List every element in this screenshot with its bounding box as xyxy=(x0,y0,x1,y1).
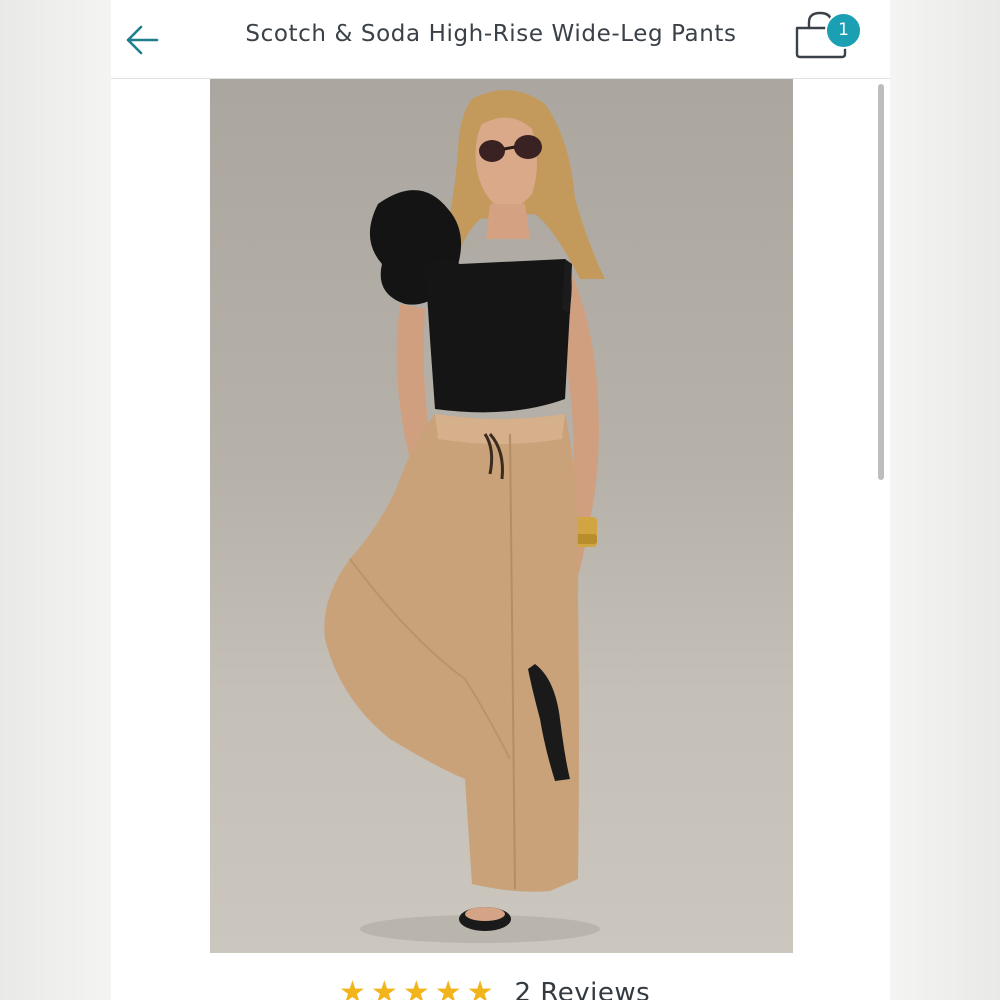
backdrop-left xyxy=(0,0,111,1000)
top-bar: Scotch & Soda High-Rise Wide-Leg Pants 1 xyxy=(111,0,890,79)
backdrop-right xyxy=(890,0,1000,1000)
arrow-left-icon xyxy=(126,25,159,55)
product-photo[interactable] xyxy=(210,79,793,953)
star-icon: ★ xyxy=(370,975,398,1000)
star-icon: ★ xyxy=(434,975,462,1000)
reviews-link[interactable]: 2 Reviews xyxy=(515,978,651,1000)
star-icon: ★ xyxy=(339,975,366,1000)
model-illustration xyxy=(324,90,605,943)
star-icon: ★ xyxy=(402,975,430,1000)
star-icon: ★ xyxy=(466,975,494,1000)
rating-summary[interactable]: ★ ★ ★ ★ ★ 2 Reviews xyxy=(339,978,650,1000)
scrollbar[interactable] xyxy=(878,84,884,480)
back-button[interactable] xyxy=(121,18,165,62)
app-screen: Scotch & Soda High-Rise Wide-Leg Pants 1 xyxy=(111,0,890,1000)
page-title: Scotch & Soda High-Rise Wide-Leg Pants xyxy=(245,21,737,47)
cart-count-badge: 1 xyxy=(825,12,862,49)
